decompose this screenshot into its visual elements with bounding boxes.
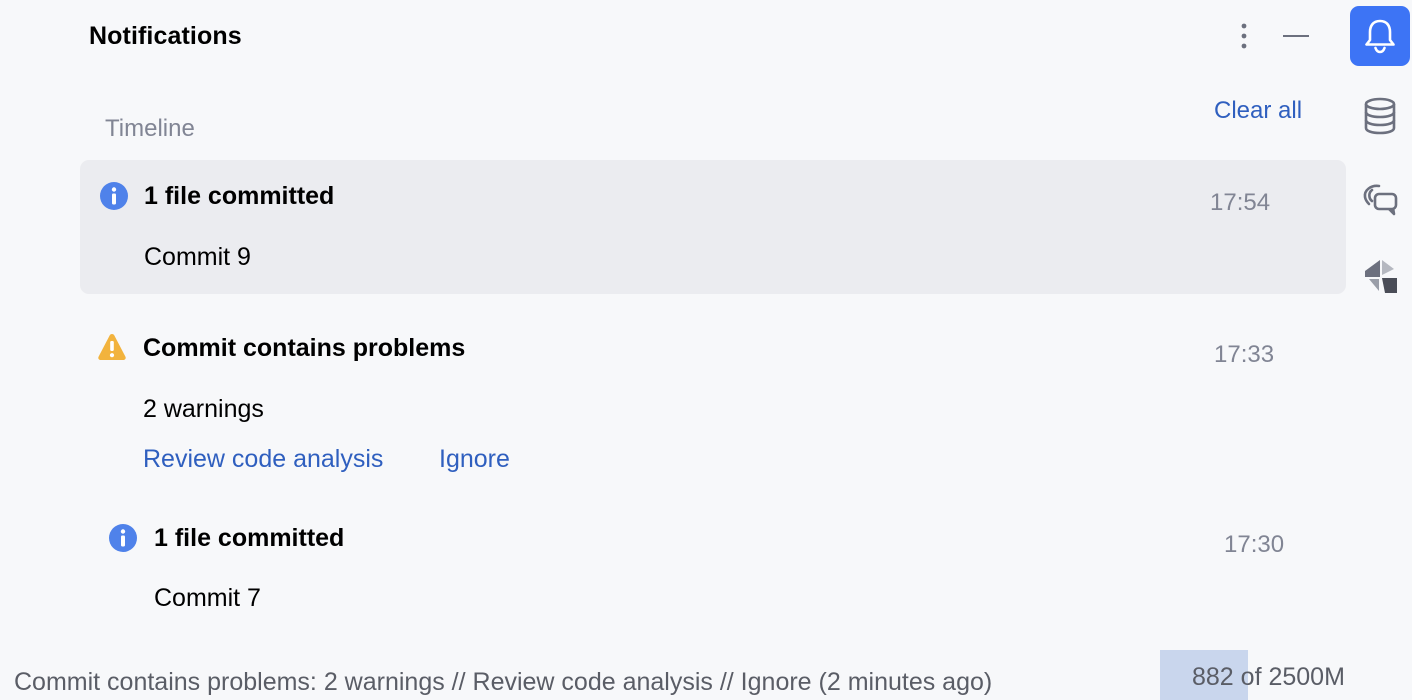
notification-body: 2 warnings	[143, 395, 264, 423]
tool-window-database[interactable]	[1350, 86, 1410, 146]
clear-all-link[interactable]: Clear all	[1214, 97, 1302, 125]
notification-item[interactable]: Commit contains problems 17:33 2 warning…	[80, 312, 1346, 482]
notification-body: Commit 9	[144, 243, 251, 271]
plugin-logo-icon	[1365, 260, 1397, 293]
memory-total: of 2500M	[1240, 663, 1345, 691]
memory-label: 882 of 2500M	[1192, 663, 1345, 692]
notification-time: 17:30	[1224, 531, 1285, 558]
memory-used: 882	[1192, 663, 1234, 691]
tool-window-notifications[interactable]	[1350, 6, 1410, 66]
warning-icon	[98, 334, 126, 360]
notification-title: 1 file committed	[154, 524, 345, 552]
notification-body: Commit 7	[154, 584, 261, 612]
notification-item[interactable]: 1 file committed 17:54 Commit 9	[80, 160, 1346, 294]
bell-icon	[1365, 19, 1395, 54]
tool-window-ai-chat[interactable]	[1350, 168, 1410, 228]
info-icon	[100, 182, 128, 210]
notifications-panel: Notifications Timeline Clear all 1 file …	[0, 0, 1412, 700]
tool-window-plugin[interactable]	[1350, 246, 1410, 306]
info-icon	[109, 524, 137, 552]
panel-title: Notifications	[89, 22, 242, 50]
more-vertical-icon	[1241, 23, 1247, 49]
ai-chat-icon	[1363, 184, 1398, 216]
notification-title: Commit contains problems	[143, 334, 466, 362]
status-bar-message[interactable]: Commit contains problems: 2 warnings // …	[14, 668, 992, 697]
notification-time: 17:54	[1210, 189, 1271, 216]
ignore-link[interactable]: Ignore	[439, 445, 510, 474]
notification-title: 1 file committed	[144, 182, 335, 210]
notification-item[interactable]: 1 file committed 17:30 Commit 7	[90, 502, 1346, 632]
notification-time: 17:33	[1214, 341, 1275, 368]
minimize-icon	[1283, 35, 1309, 37]
review-code-analysis-link[interactable]: Review code analysis	[143, 445, 383, 474]
minimize-button[interactable]	[1278, 18, 1314, 54]
more-options-button[interactable]	[1228, 18, 1260, 54]
database-icon	[1364, 97, 1396, 135]
timeline-label: Timeline	[105, 115, 195, 142]
memory-indicator[interactable]: 882 of 2500M	[1160, 650, 1410, 700]
